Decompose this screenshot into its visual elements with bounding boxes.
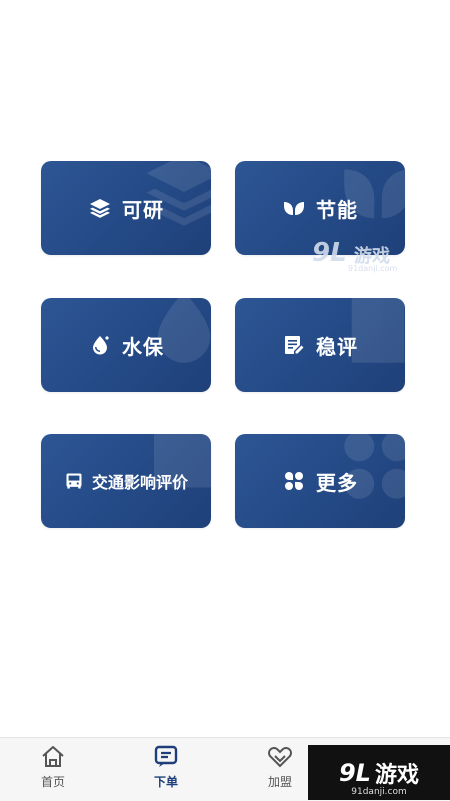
card-wenping[interactable]: 稳评	[235, 298, 405, 392]
layers-icon	[88, 196, 112, 220]
brand-logo: 9L	[338, 758, 371, 787]
home-icon	[42, 746, 64, 767]
card-shuibao[interactable]: 水保	[41, 298, 211, 392]
leaves-icon	[282, 196, 306, 220]
tab-label: 下单	[153, 775, 178, 789]
grid-more-icon	[282, 469, 306, 493]
card-label: 节能	[316, 197, 358, 222]
card-jieneng[interactable]: 节能	[235, 161, 405, 255]
brand-name: 游戏	[374, 762, 419, 788]
brand-badge: 9L 游戏 91danji.com	[308, 745, 450, 800]
card-label: 稳评	[316, 334, 358, 359]
card-label: 可研	[122, 197, 164, 222]
card-label: 更多	[316, 470, 358, 495]
order-icon	[154, 745, 178, 767]
watermark-url: 91danji.com	[348, 264, 398, 273]
bus-icon	[64, 471, 84, 491]
tab-home[interactable]: 首页	[23, 744, 83, 796]
edit-document-icon	[282, 333, 306, 357]
tab-label: 首页	[40, 775, 65, 789]
tab-order[interactable]: 下单	[136, 744, 196, 796]
brand-url: 91danji.com	[351, 787, 407, 797]
tab-join[interactable]: 加盟	[250, 744, 310, 796]
card-more[interactable]: 更多	[235, 434, 405, 528]
card-keyan[interactable]: 可研	[41, 161, 211, 255]
handshake-icon	[268, 747, 292, 768]
card-label: 交通影响评价	[91, 473, 188, 492]
tab-label: 加盟	[267, 775, 292, 789]
card-label: 水保	[122, 334, 164, 359]
water-drop-icon	[88, 333, 112, 357]
card-jiaotong[interactable]: 交通影响评价	[41, 434, 211, 528]
